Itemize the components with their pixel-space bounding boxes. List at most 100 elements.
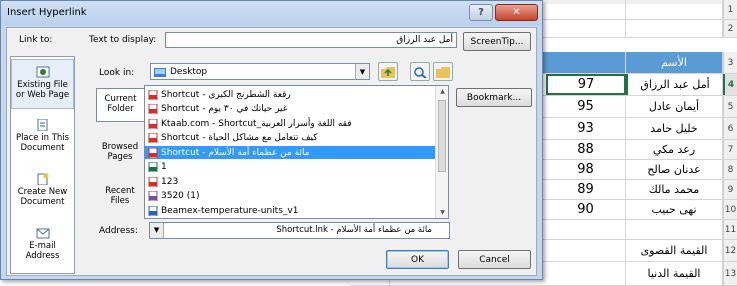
screentip-button[interactable]: ScreenTip... (463, 32, 531, 51)
file-list-item[interactable]: 1 (145, 161, 435, 174)
link-to-place-in-document[interactable]: Place in This Document (11, 115, 74, 159)
file-name: 3520 (1) (161, 191, 200, 201)
link-to-email-address[interactable]: E-mail Address (11, 223, 74, 267)
chevron-down-icon[interactable]: ▼ (150, 223, 164, 238)
sheet-cell-score[interactable]: 98 (546, 160, 626, 179)
close-button[interactable]: ✕ (495, 4, 538, 21)
pdf-shortcut-icon (148, 118, 158, 129)
row-number[interactable]: 4 (723, 74, 737, 95)
look-in-select[interactable]: Desktop ▼ (150, 63, 370, 80)
sheet-cell-score[interactable] (546, 20, 626, 37)
sheet-cell-score[interactable] (546, 220, 626, 239)
sheet-cell-score[interactable]: 95 (546, 96, 626, 117)
row-number[interactable]: 2 (723, 20, 737, 37)
bookmark-button[interactable]: Bookmark... (456, 88, 532, 107)
file-list-item[interactable]: مائة من عظماء أمة الأسلام - Shortcut (145, 146, 435, 159)
link-to-place-in-document-label: Place in This Document (15, 133, 70, 153)
link-to-existing-file[interactable]: Existing File or Web Page (11, 59, 74, 109)
row-number[interactable]: 7 (723, 140, 737, 159)
tab-browsed-pages[interactable]: Browsed Pages (96, 142, 144, 162)
file-name: 1 (161, 162, 167, 172)
sheet-cell-name[interactable]: خليل حامد (626, 118, 723, 139)
cancel-button[interactable]: Cancel (458, 250, 531, 269)
sheet-cell-name[interactable] (626, 20, 723, 37)
browse-for-file-button[interactable] (433, 62, 453, 81)
scrollbar-thumb[interactable] (438, 100, 446, 172)
row-number[interactable]: 1 (723, 0, 737, 19)
sheet-cell-score[interactable]: 88 (546, 140, 626, 159)
help-icon: ? (478, 7, 484, 18)
link-to-create-new-document[interactable]: Create New Document (11, 169, 74, 213)
help-button[interactable]: ? (469, 4, 493, 21)
address-input[interactable]: مائة من عظماء أمة الأسلام - Shortcut.lnk… (149, 222, 450, 239)
row-number[interactable]: 12 (723, 240, 737, 261)
row-number[interactable]: 5 (723, 96, 737, 117)
sheet-cell-name[interactable]: رعد مكي (626, 140, 723, 159)
sheet-cell-name[interactable] (626, 0, 723, 19)
dialog-titlebar[interactable]: Insert Hyperlink ? ✕ (1, 1, 542, 26)
insert-hyperlink-dialog: Insert Hyperlink ? ✕ Link to: Existing F… (0, 0, 543, 280)
close-icon: ✕ (512, 7, 521, 18)
email-icon (36, 228, 49, 239)
row-number[interactable]: 9 (723, 180, 737, 199)
up-folder-icon (381, 66, 395, 78)
address-value: مائة من عظماء أمة الأسلام - Shortcut.lnk (276, 225, 432, 235)
sheet-cell-score[interactable]: 90 (546, 200, 626, 219)
sheet-cell-name[interactable]: القيمة القصوى (626, 240, 723, 261)
file-list-item[interactable]: كيف تتعامل مع مشاكل الحياة - Shortcut (145, 132, 435, 145)
sheet-cell-name[interactable]: أيمان عادل (626, 96, 723, 117)
file-list[interactable]: رقعة الشطرنج الكبرى - Shortcut غير حياتك … (144, 85, 449, 219)
row-number[interactable]: 8 (723, 160, 737, 179)
link-to-label: Link to: (19, 35, 53, 45)
file-list-item[interactable]: Beamex-temperature-units_v1 (145, 204, 435, 217)
ok-button[interactable]: OK (386, 250, 449, 269)
sheet-cell-name[interactable]: عدنان صالح (626, 160, 723, 179)
browse-web-button[interactable] (410, 62, 430, 81)
scroll-down-icon[interactable]: ▼ (436, 209, 448, 216)
pdf-shortcut-icon (148, 133, 158, 143)
existing-file-icon (36, 66, 49, 78)
dialog-title: Insert Hyperlink (7, 7, 87, 18)
sheet-cell-name[interactable] (626, 220, 723, 239)
file-name: Beamex-temperature-units_v1 (161, 205, 299, 216)
sheet-cell-name[interactable]: أمل عبد الرزاق (626, 74, 723, 95)
sheet-cell-score[interactable]: 97 (546, 74, 626, 95)
sheet-cell-name[interactable]: القيمة الدنيا (626, 262, 723, 285)
pdf-file-icon (148, 176, 158, 187)
sheet-cell-score[interactable] (546, 0, 626, 19)
sheet-cell-score[interactable] (546, 262, 626, 285)
browse-web-icon (414, 66, 427, 78)
archive-file-icon (148, 191, 158, 201)
up-one-folder-button[interactable] (378, 62, 398, 81)
pdf-shortcut-icon (148, 89, 158, 100)
file-list-item[interactable]: 123 (145, 175, 435, 188)
row-number[interactable]: 13 (723, 262, 737, 285)
desktop-folder-icon (154, 67, 166, 77)
column-header-name[interactable]: الأسم (626, 52, 723, 73)
row-number[interactable]: 10 (723, 200, 737, 219)
file-name: 123 (161, 176, 179, 187)
sheet-cell-score[interactable]: 89 (546, 180, 626, 199)
row-number[interactable]: 11 (723, 220, 737, 239)
tab-recent-files[interactable]: Recent Files (96, 186, 144, 206)
file-name: رقعة الشطرنج الكبرى - Shortcut (161, 89, 291, 100)
text-to-display-input[interactable]: أمل عبد الرزاق (165, 32, 457, 48)
sheet-cell-name[interactable]: نهى حبيب (626, 200, 723, 219)
file-list-item[interactable]: رقعة الشطرنج الكبرى - Shortcut (145, 88, 435, 101)
chevron-down-icon[interactable]: ▼ (355, 64, 369, 79)
row-number[interactable]: 6 (723, 118, 737, 139)
link-to-create-new-document-label: Create New Document (17, 187, 68, 207)
row-number[interactable]: 3 (723, 52, 737, 73)
file-list-item[interactable]: فقه اللغة وأسرار العربية_Ktaab.com - Sho… (145, 117, 435, 130)
sheet-cell-score[interactable]: 93 (546, 118, 626, 139)
file-list-scrollbar[interactable]: ▲ ▼ (435, 86, 448, 218)
look-in-label: Look in: (99, 68, 135, 78)
file-list-item[interactable]: غير حياتك في ٣٠ يوم - Shortcut (145, 103, 435, 116)
file-list-item[interactable]: 3520 (1) (145, 190, 435, 203)
tab-current-folder[interactable]: Current Folder (96, 88, 144, 122)
scroll-up-icon[interactable]: ▲ (436, 88, 448, 95)
sheet-cell-name[interactable]: محمد مالك (626, 180, 723, 199)
sheet-cell-score[interactable] (546, 240, 626, 261)
text-to-display-label: Text to display: (89, 35, 157, 45)
look-in-value: Desktop (170, 66, 208, 77)
